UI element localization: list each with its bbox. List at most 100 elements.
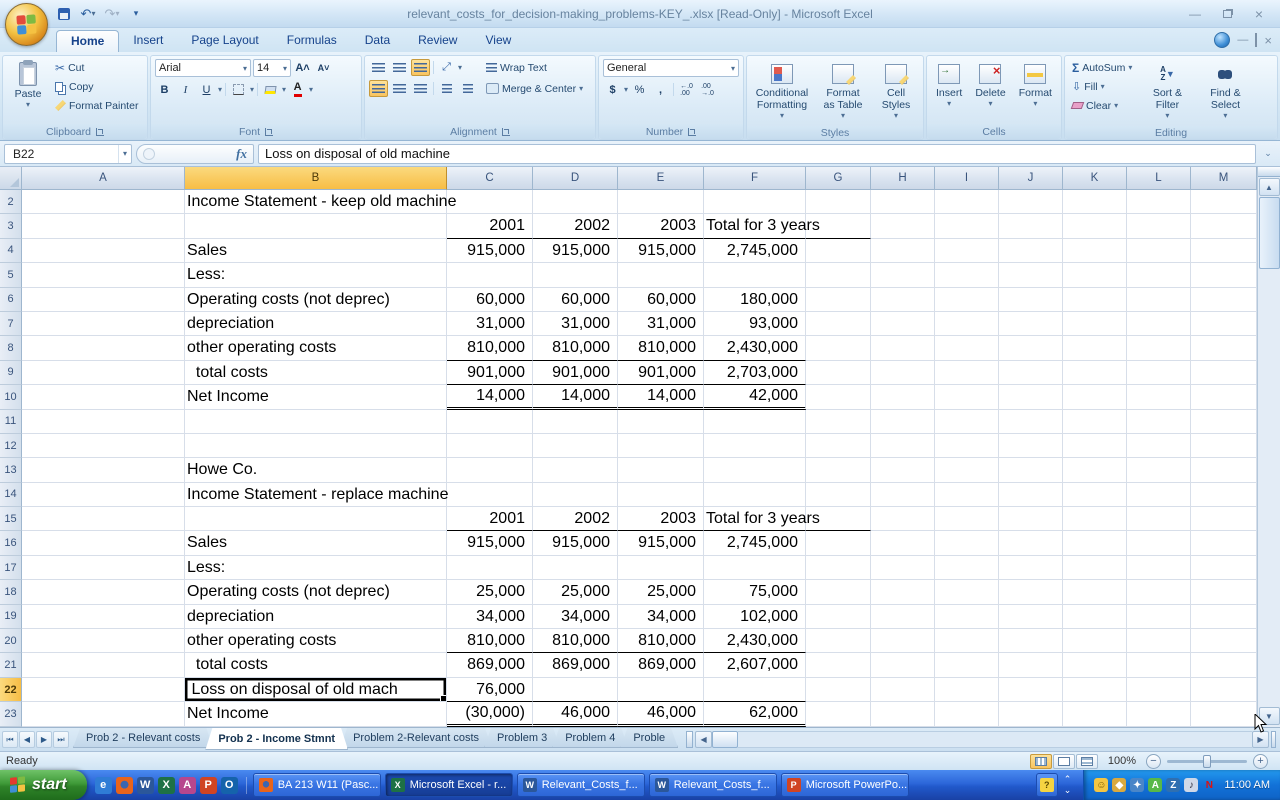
column-header-M[interactable]: M xyxy=(1191,167,1257,190)
previous-sheet-button[interactable]: ◀ xyxy=(19,731,35,748)
cell-D9[interactable]: 901,000 xyxy=(533,361,618,385)
cell-C15[interactable]: 2001 xyxy=(447,507,533,531)
font-dialog-launcher[interactable] xyxy=(265,128,273,136)
row-header-6[interactable]: 6 xyxy=(0,288,22,312)
cell-H5[interactable] xyxy=(871,263,935,287)
cell-H2[interactable] xyxy=(871,190,935,214)
tools-tray-icon[interactable]: ✦ xyxy=(1130,778,1144,792)
first-sheet-button[interactable]: ⏮ xyxy=(2,731,18,748)
cell-J14[interactable] xyxy=(999,483,1063,507)
tab-data[interactable]: Data xyxy=(351,30,404,52)
cell-H14[interactable] xyxy=(871,483,935,507)
row-header-8[interactable]: 8 xyxy=(0,336,22,360)
cell-M9[interactable] xyxy=(1191,361,1257,385)
cell-D17[interactable] xyxy=(533,556,618,580)
cell-G4[interactable] xyxy=(806,239,871,263)
cell-A4[interactable] xyxy=(22,239,185,263)
cell-K17[interactable] xyxy=(1063,556,1127,580)
tab-split-handle[interactable] xyxy=(686,731,693,748)
paste-button[interactable]: Paste▾ xyxy=(7,59,49,112)
align-bottom-button[interactable] xyxy=(411,59,430,76)
cell-D7[interactable]: 31,000 xyxy=(533,312,618,336)
last-sheet-button[interactable]: ⏭ xyxy=(53,731,69,748)
workbook-restore-button[interactable] xyxy=(1255,34,1257,46)
clear-button[interactable]: Clear▾ xyxy=(1069,97,1135,114)
cell-J5[interactable] xyxy=(999,263,1063,287)
cell-J7[interactable] xyxy=(999,312,1063,336)
cell-D16[interactable]: 915,000 xyxy=(533,531,618,555)
cell-L21[interactable] xyxy=(1127,653,1191,677)
format-as-table-button[interactable]: Format as Table▾ xyxy=(816,59,870,123)
cell-F17[interactable] xyxy=(704,556,806,580)
cell-G11[interactable] xyxy=(806,410,871,434)
find-select-button[interactable]: Find & Select▾ xyxy=(1199,59,1251,123)
cell-F6[interactable]: 180,000 xyxy=(704,288,806,312)
cell-G23[interactable] xyxy=(806,702,871,726)
cell-B2[interactable]: Income Statement - keep old machine xyxy=(185,190,447,214)
cell-E4[interactable]: 915,000 xyxy=(618,239,704,263)
cell-L14[interactable] xyxy=(1127,483,1191,507)
row-header-16[interactable]: 16 xyxy=(0,531,22,555)
cell-B21[interactable]: total costs xyxy=(185,653,447,677)
zotero-tray-icon[interactable]: Z xyxy=(1166,778,1180,792)
taskbar-window-microsoft-powerpo-[interactable]: PMicrosoft PowerPo... xyxy=(781,773,909,797)
cell-B19[interactable]: depreciation xyxy=(185,605,447,629)
help-icon[interactable] xyxy=(1214,32,1230,48)
cell-B6[interactable]: Operating costs (not deprec) xyxy=(185,288,447,312)
undo-button[interactable]: ↶▾ xyxy=(78,5,98,23)
cell-B14[interactable]: Income Statement - replace machine xyxy=(185,483,447,507)
row-header-19[interactable]: 19 xyxy=(0,605,22,629)
column-header-G[interactable]: G xyxy=(806,167,871,190)
cell-C6[interactable]: 60,000 xyxy=(447,288,533,312)
increase-decimal-button[interactable]: ←.0.00 xyxy=(677,81,696,98)
row-header-10[interactable]: 10 xyxy=(0,385,22,409)
cell-D4[interactable]: 915,000 xyxy=(533,239,618,263)
column-header-I[interactable]: I xyxy=(935,167,999,190)
row-header-12[interactable]: 12 xyxy=(0,434,22,458)
cell-E10[interactable]: 14,000 xyxy=(618,385,704,409)
cell-I8[interactable] xyxy=(935,336,999,360)
alignment-dialog-launcher[interactable] xyxy=(502,128,510,136)
cell-K18[interactable] xyxy=(1063,580,1127,604)
sheet-tab-prob-2-relevant-costs[interactable]: Prob 2 - Relevant costs xyxy=(73,728,213,748)
next-sheet-button[interactable]: ▶ xyxy=(36,731,52,748)
cell-L10[interactable] xyxy=(1127,385,1191,409)
cell-J3[interactable] xyxy=(999,214,1063,238)
cell-C2[interactable] xyxy=(447,190,533,214)
autosum-button[interactable]: ΣAutoSum▾ xyxy=(1069,59,1135,76)
cell-J16[interactable] xyxy=(999,531,1063,555)
horizontal-scroll-thumb[interactable] xyxy=(712,731,738,748)
cell-B18[interactable]: Operating costs (not deprec) xyxy=(185,580,447,604)
customize-qat-button[interactable]: ▾ xyxy=(126,5,146,23)
cell-H4[interactable] xyxy=(871,239,935,263)
cell-A15[interactable] xyxy=(22,507,185,531)
cell-I18[interactable] xyxy=(935,580,999,604)
cell-K21[interactable] xyxy=(1063,653,1127,677)
cell-E19[interactable]: 34,000 xyxy=(618,605,704,629)
cell-I6[interactable] xyxy=(935,288,999,312)
cell-L15[interactable] xyxy=(1127,507,1191,531)
cell-J21[interactable] xyxy=(999,653,1063,677)
cell-J4[interactable] xyxy=(999,239,1063,263)
cell-B5[interactable]: Less: xyxy=(185,263,447,287)
cell-E8[interactable]: 810,000 xyxy=(618,336,704,360)
cell-E23[interactable]: 46,000 xyxy=(618,702,704,726)
cell-K16[interactable] xyxy=(1063,531,1127,555)
cell-C5[interactable] xyxy=(447,263,533,287)
cell-B11[interactable] xyxy=(185,410,447,434)
column-header-B[interactable]: B xyxy=(185,167,447,190)
underline-button[interactable]: U xyxy=(197,81,216,98)
cell-M21[interactable] xyxy=(1191,653,1257,677)
cell-K11[interactable] xyxy=(1063,410,1127,434)
cell-E12[interactable] xyxy=(618,434,704,458)
column-header-J[interactable]: J xyxy=(999,167,1063,190)
cell-M19[interactable] xyxy=(1191,605,1257,629)
cell-I5[interactable] xyxy=(935,263,999,287)
cell-B10[interactable]: Net Income xyxy=(185,385,447,409)
cell-E11[interactable] xyxy=(618,410,704,434)
cell-K23[interactable] xyxy=(1063,702,1127,726)
cell-G20[interactable] xyxy=(806,629,871,653)
scroll-up-button[interactable]: ▲ xyxy=(1259,178,1280,196)
row-header-3[interactable]: 3 xyxy=(0,214,22,238)
cell-J17[interactable] xyxy=(999,556,1063,580)
